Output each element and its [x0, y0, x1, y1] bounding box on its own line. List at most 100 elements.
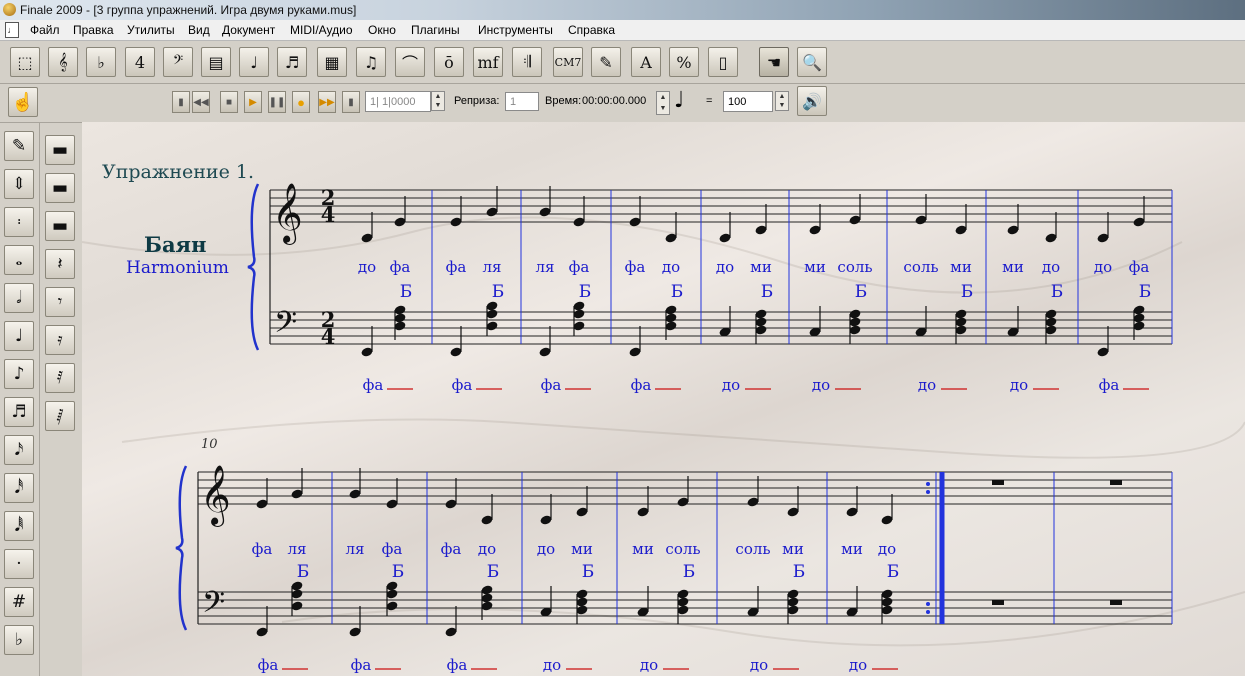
speedy-entry-tool-button[interactable]: ♬ [277, 47, 307, 77]
whole-rest [992, 480, 1004, 485]
chord-tool-button[interactable]: CM7 [553, 47, 583, 77]
palette-right-7-icon[interactable]: 𝅁 [45, 401, 75, 431]
lyrics-tool-icon: ✎ [599, 52, 613, 72]
speaker-icon[interactable]: 🔊 [797, 86, 827, 116]
time-signature-tool-button[interactable]: 4 [125, 47, 155, 77]
exercise-title: Упражнение 1. [102, 161, 255, 183]
hyperscribe-tool-button[interactable]: ▦ [317, 47, 347, 77]
palette-left-10-icon[interactable]: 𝅘𝅥𝅱 [4, 511, 34, 541]
menu-midi-audio[interactable]: MIDI/Аудио [290, 23, 353, 37]
tuplet-tool-icon: ♫ [363, 52, 379, 72]
palette-left-3-icon[interactable]: 𝅝 [4, 245, 34, 275]
bass-button-marker: Б [855, 282, 868, 302]
treble-lyric: до [537, 540, 555, 558]
text-tool-button[interactable]: A [631, 47, 661, 77]
resize-tool-button[interactable]: % [669, 47, 699, 77]
whole-rest [992, 600, 1004, 605]
menu-edit[interactable]: Правка [73, 23, 114, 37]
palette-right-0-icon[interactable]: ▬ [45, 135, 75, 165]
menu-plugins[interactable]: Плагины [411, 23, 460, 37]
page-layout-tool-button[interactable]: ▯ [708, 47, 738, 77]
menu-tools[interactable]: Инструменты [478, 23, 553, 37]
counter-spinner[interactable]: ▲ ▼ [431, 91, 445, 111]
bass-button-marker: Б [579, 282, 592, 302]
palette-left-5-icon[interactable]: ♩ [4, 321, 34, 351]
palette-right-4-icon[interactable]: 𝄾 [45, 287, 75, 317]
tempo-equals: = [706, 95, 713, 107]
playback-counter-field[interactable]: 1| 1|0000 [365, 91, 431, 112]
simple-entry-tool-button[interactable]: ♩ [239, 47, 269, 77]
treble-lyric: ми [1002, 258, 1024, 276]
palette-left-11-icon[interactable]: · [4, 549, 34, 579]
menu-window[interactable]: Окно [368, 23, 396, 37]
record-icon[interactable]: ● [292, 91, 310, 113]
staff-tool-button[interactable]: 𝄞 [48, 47, 78, 77]
measure-tool-icon: ▤ [208, 52, 224, 72]
repeat-dot [926, 602, 930, 606]
page-layout-tool-icon: ▯ [718, 52, 728, 72]
clef-tool-button[interactable]: 𝄢 [163, 47, 193, 77]
palette-left-0-icon[interactable]: ✎ [4, 131, 34, 161]
menu-file[interactable]: Файл [30, 23, 60, 37]
treble-lyric: до [1094, 258, 1112, 276]
fast-forward-icon[interactable]: ▶▶ [318, 91, 336, 113]
bass-button-marker: Б [761, 282, 774, 302]
repeat-tool-button[interactable]: 𝄇 [512, 47, 542, 77]
repeat-select[interactable]: 1 [505, 92, 539, 111]
stop-icon[interactable]: ■ [220, 91, 238, 113]
bass-button-marker: Б [961, 282, 974, 302]
palette-right-2-icon[interactable]: ▬ [45, 211, 75, 241]
palette-left-2-icon[interactable]: 𝄈 [4, 207, 34, 237]
menu-document[interactable]: Документ [222, 23, 275, 37]
pause-icon[interactable]: ❚❚ [268, 91, 286, 113]
palette-left-4-icon[interactable]: 𝅗𝅥 [4, 283, 34, 313]
zoom-tool-icon: 🔍 [802, 52, 822, 72]
tempo-spinner[interactable]: ▲ ▼ [775, 91, 789, 111]
bass-lyric: фа [452, 376, 473, 394]
smart-shape-tool-icon: ⌒ [401, 54, 418, 73]
palette-right-6-icon[interactable]: 𝅀 [45, 363, 75, 393]
hand-pointer-icon[interactable]: ☝ [8, 87, 38, 117]
palette-left-1-icon[interactable]: ⇕ [4, 169, 34, 199]
play-icon[interactable]: ▶ [244, 91, 262, 113]
rewind-icon[interactable]: ◀◀ [192, 91, 210, 113]
measure-tool-button[interactable]: ▤ [201, 47, 231, 77]
treble-lyric: фа [625, 258, 646, 276]
menu-utilities[interactable]: Утилиты [127, 23, 175, 37]
tempo-field[interactable]: 100 [723, 91, 773, 112]
selection-tool-icon: ⬚ [17, 52, 33, 72]
palette-left-13-icon[interactable]: ♭ [4, 625, 34, 655]
smart-shape-tool-button[interactable]: ⌒ [395, 47, 425, 77]
tempo-note-spinner[interactable]: ▲ ▼ [656, 91, 670, 115]
bass-lyric: фа [541, 376, 562, 394]
selection-tool-button[interactable]: ⬚ [10, 47, 40, 77]
paper-texture [82, 216, 1245, 647]
zoom-tool-button[interactable]: 🔍 [797, 47, 827, 77]
rewind-start-icon[interactable]: ▮ [172, 91, 190, 113]
hand-grabber-tool-icon: ☚ [766, 52, 782, 72]
palette-right-5-icon[interactable]: 𝄿 [45, 325, 75, 355]
palette-right-3-icon[interactable]: 𝄽 [45, 249, 75, 279]
key-signature-tool-button[interactable]: ♭ [86, 47, 116, 77]
instrument-name: Баян [144, 232, 207, 257]
palette-left-9-icon[interactable]: 𝅘𝅥𝅰 [4, 473, 34, 503]
resize-tool-icon: % [676, 52, 692, 72]
menu-help[interactable]: Справка [568, 23, 615, 37]
lyrics-tool-button[interactable]: ✎ [591, 47, 621, 77]
articulation-tool-button[interactable]: ō [434, 47, 464, 77]
forward-end-icon[interactable]: ▮ [342, 91, 360, 113]
bass-lyric: фа [631, 376, 652, 394]
palette-right-1-icon[interactable]: ▬ [45, 173, 75, 203]
palette-left-8-icon[interactable]: 𝅘𝅥𝅯 [4, 435, 34, 465]
expression-tool-button[interactable]: mf [473, 47, 503, 77]
menu-view[interactable]: Вид [188, 23, 210, 37]
palette-left-7-icon[interactable]: ♬ [4, 397, 34, 427]
hand-grabber-tool-button[interactable]: ☚ [759, 47, 789, 77]
treble-lyric: фа [446, 258, 467, 276]
instrument-name-en: Harmonium [126, 258, 229, 278]
bass-lyric: до [750, 656, 768, 674]
palette-left-6-icon[interactable]: ♪ [4, 359, 34, 389]
document-icon[interactable]: ♩ [5, 22, 19, 38]
palette-left-12-icon[interactable]: # [4, 587, 34, 617]
tuplet-tool-button[interactable]: ♫ [356, 47, 386, 77]
